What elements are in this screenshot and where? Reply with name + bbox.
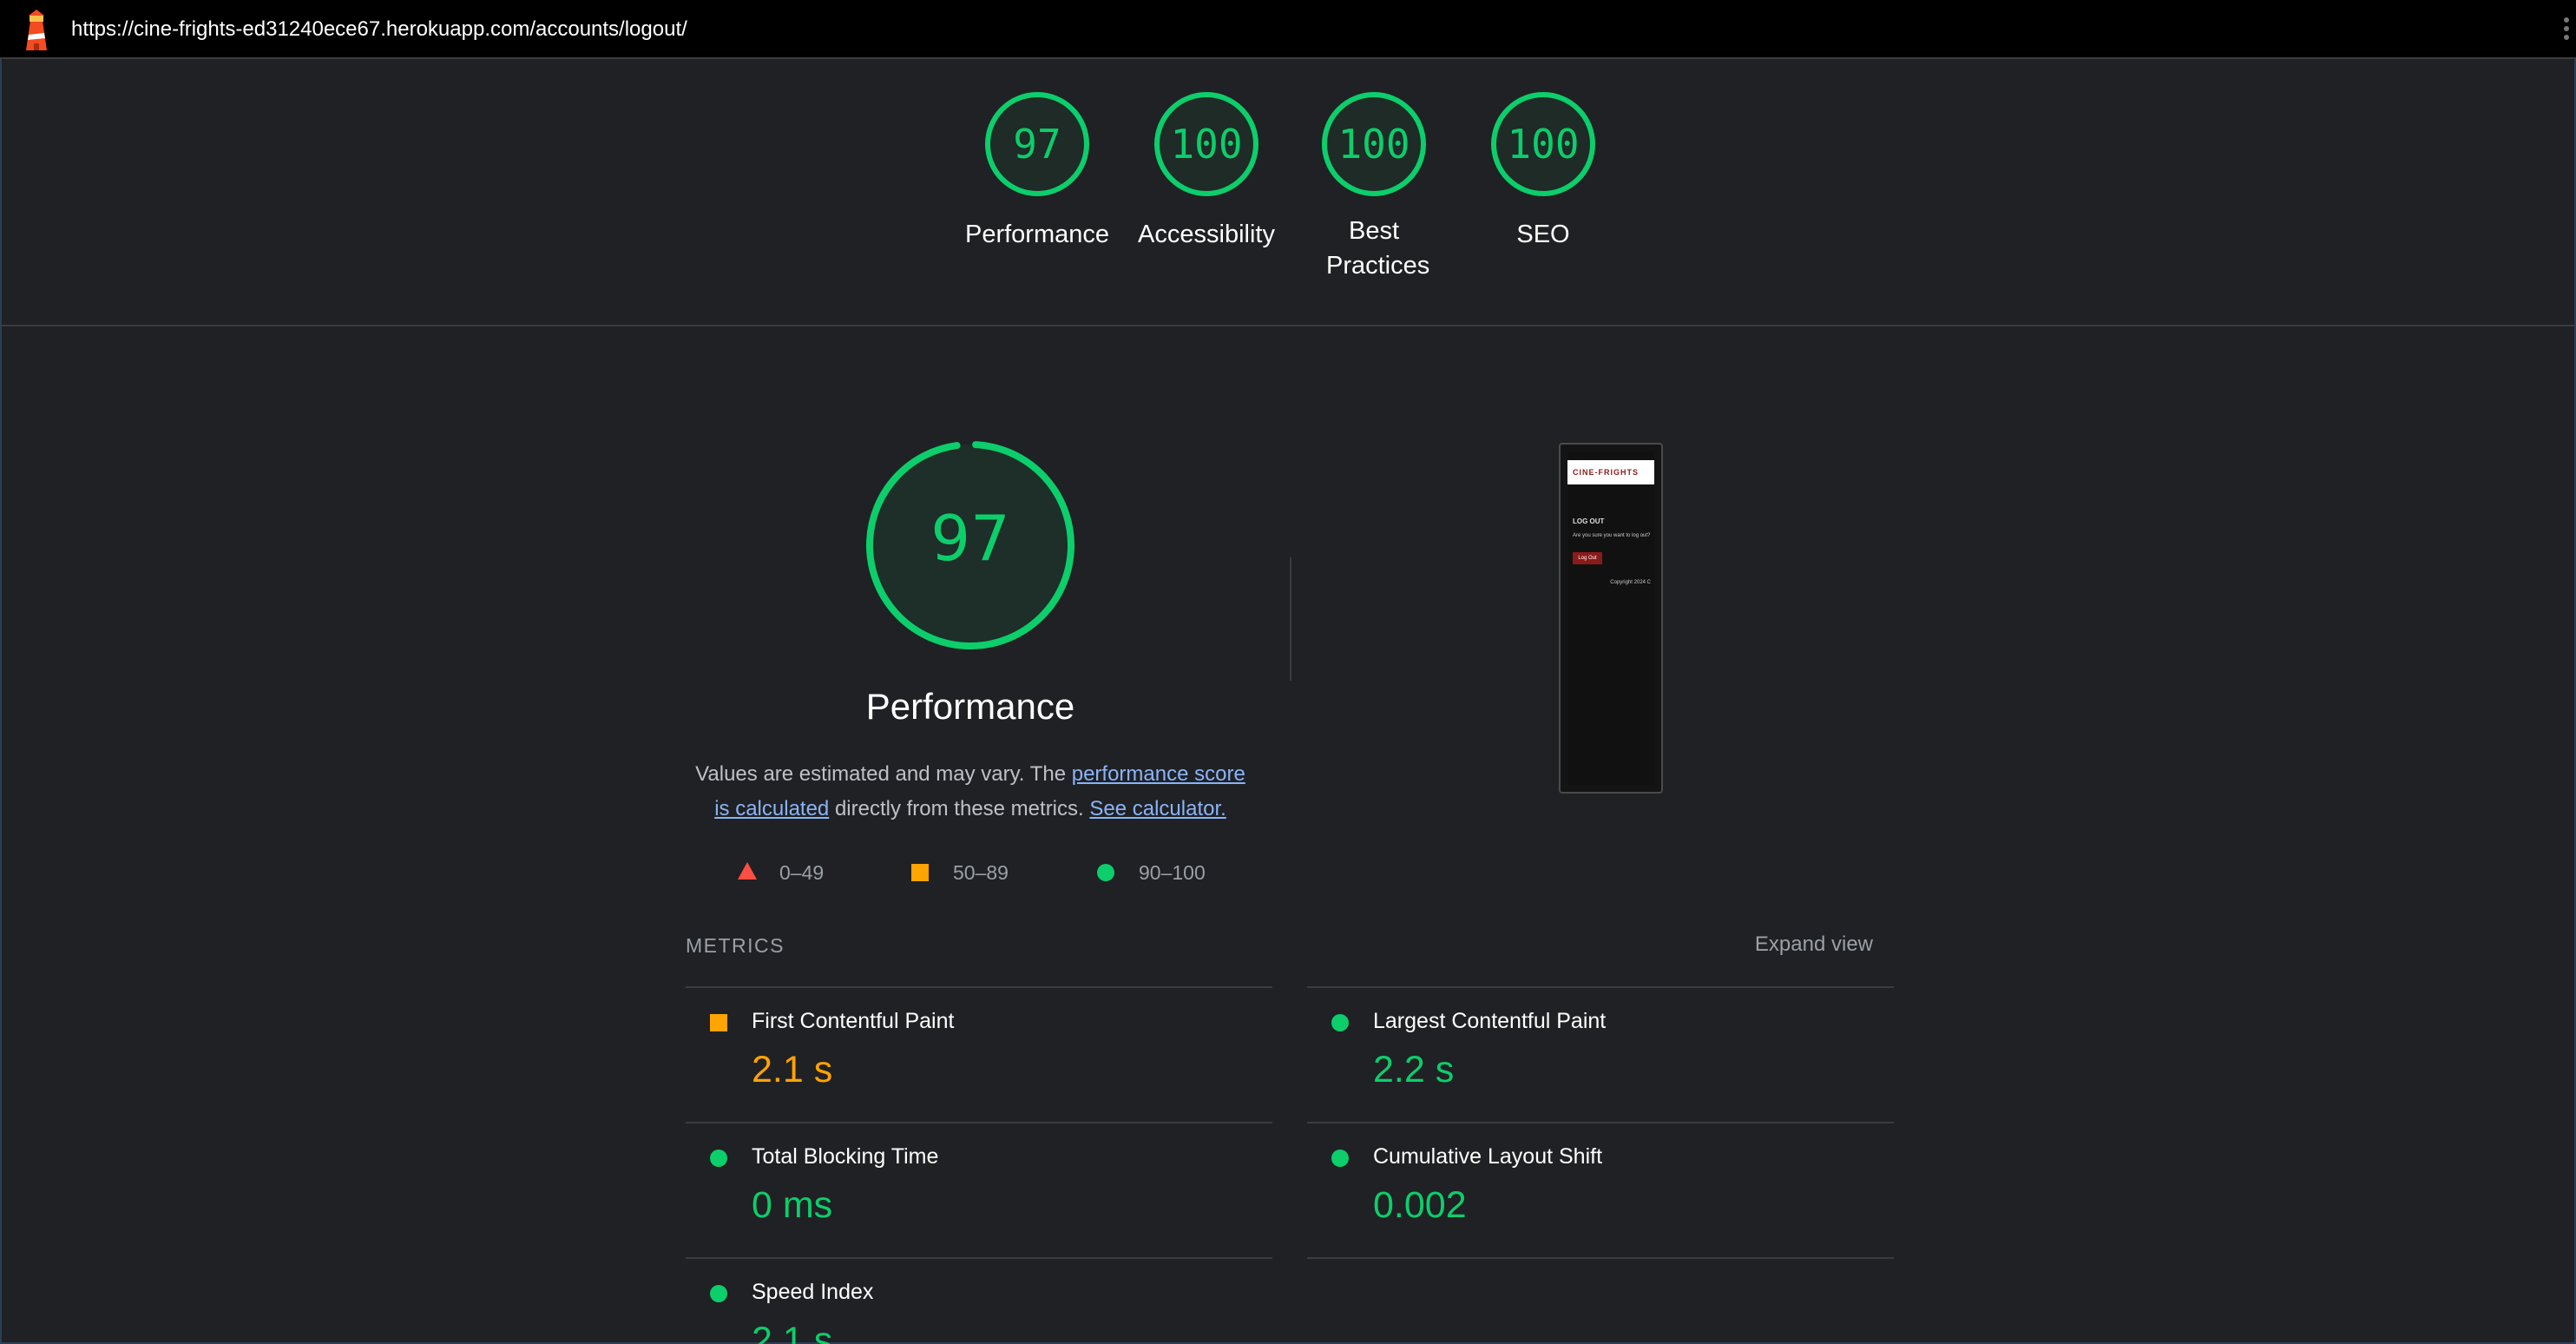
gauge-label: Performance — [964, 221, 1109, 248]
page-url: https://cine-frights-ed31240ece67.heroku… — [71, 17, 687, 41]
top-bar: https://cine-frights-ed31240ece67.heroku… — [0, 0, 2576, 59]
green-circle-icon — [710, 1150, 727, 1167]
legend-pass: 90–100 — [1097, 858, 1236, 887]
orange-square-icon — [710, 1014, 727, 1031]
gauge-best-practices[interactable]: 100 Best Practices — [1300, 92, 1448, 283]
metric-divider — [1307, 1257, 1894, 1259]
metric-value: 2.1 s — [752, 1320, 833, 1344]
screenshot-logout-button: Log Out — [1573, 552, 1602, 564]
performance-score: 97 — [930, 502, 1010, 575]
metric-first-contentful-paint: First Contentful Paint 2.1 s — [686, 988, 1272, 1123]
gauge-label: Best Practices — [1326, 217, 1430, 280]
gauge-label: Accessibility — [1138, 221, 1275, 248]
metric-label: Speed Index — [752, 1280, 874, 1304]
legend-label: 0–49 — [779, 861, 825, 884]
metric-speed-index: Speed Index 2.1 s — [686, 1259, 1272, 1344]
screenshot-copyright: Copyright 2024 C — [1610, 580, 1651, 585]
red-triangle-icon — [738, 862, 757, 880]
gauge-score: 97 — [985, 92, 1089, 196]
performance-description: Values are estimated and may vary. The p… — [686, 757, 1255, 827]
vertical-divider — [1290, 557, 1291, 681]
gauge-seo[interactable]: 100 SEO — [1469, 92, 1617, 252]
orange-square-icon — [911, 864, 929, 881]
gauge-score: 100 — [1154, 92, 1258, 196]
gauge-label: SEO — [1516, 221, 1570, 248]
description-text: Values are estimated and may vary. The — [695, 762, 1072, 786]
metric-largest-contentful-paint: Largest Contentful Paint 2.2 s — [1307, 988, 1894, 1123]
metric-value: 2.1 s — [752, 1049, 833, 1090]
legend-label: 50–89 — [953, 861, 1009, 884]
expand-view-toggle[interactable]: Expand view — [1722, 932, 1873, 957]
metrics-heading: METRICS — [686, 934, 785, 957]
metric-value: 0 ms — [752, 1184, 833, 1226]
screenshot-brand: CINE-FRIGHTS — [1567, 460, 1654, 484]
gauge-performance[interactable]: 97 Performance — [963, 92, 1111, 252]
legend-fail: 0–49 — [738, 858, 842, 887]
gauge-accessibility[interactable]: 100 Accessibility — [1133, 92, 1280, 252]
metric-label: First Contentful Paint — [752, 1009, 955, 1033]
more-options-icon[interactable] — [2562, 17, 2571, 43]
legend-label: 90–100 — [1139, 861, 1206, 884]
screenshot-page: CINE-FRIGHTS LOG OUT Are you sure you wa… — [1567, 451, 1654, 785]
metric-total-blocking-time: Total Blocking Time 0 ms — [686, 1123, 1272, 1259]
final-screenshot[interactable]: CINE-FRIGHTS LOG OUT Are you sure you wa… — [1559, 443, 1663, 794]
category-scores: 97 Performance 100 Accessibility 100 Bes… — [0, 59, 2576, 326]
screenshot-text: Are you sure you want to log out? — [1573, 533, 1651, 538]
green-circle-icon — [1331, 1014, 1349, 1031]
see-calculator-link[interactable]: See calculator. — [1089, 797, 1226, 820]
green-circle-icon — [1331, 1150, 1349, 1167]
description-text: directly from these metrics. — [829, 797, 1090, 820]
metric-value: 0.002 — [1373, 1184, 1467, 1226]
green-circle-icon — [710, 1285, 727, 1302]
gauge-score: 100 — [1491, 92, 1595, 196]
metric-cumulative-layout-shift: Cumulative Layout Shift 0.002 — [1307, 1123, 1894, 1259]
green-circle-icon — [1097, 864, 1114, 881]
metric-value: 2.2 s — [1373, 1049, 1455, 1090]
metric-label: Largest Contentful Paint — [1373, 1009, 1607, 1033]
metric-label: Cumulative Layout Shift — [1373, 1144, 1603, 1169]
gauge-score: 100 — [1322, 92, 1426, 196]
screenshot-heading: LOG OUT — [1573, 517, 1605, 525]
performance-title: Performance — [865, 686, 1075, 727]
metric-label: Total Blocking Time — [752, 1144, 939, 1169]
lighthouse-logo-icon — [26, 10, 47, 50]
legend-average: 50–89 — [911, 858, 1033, 887]
